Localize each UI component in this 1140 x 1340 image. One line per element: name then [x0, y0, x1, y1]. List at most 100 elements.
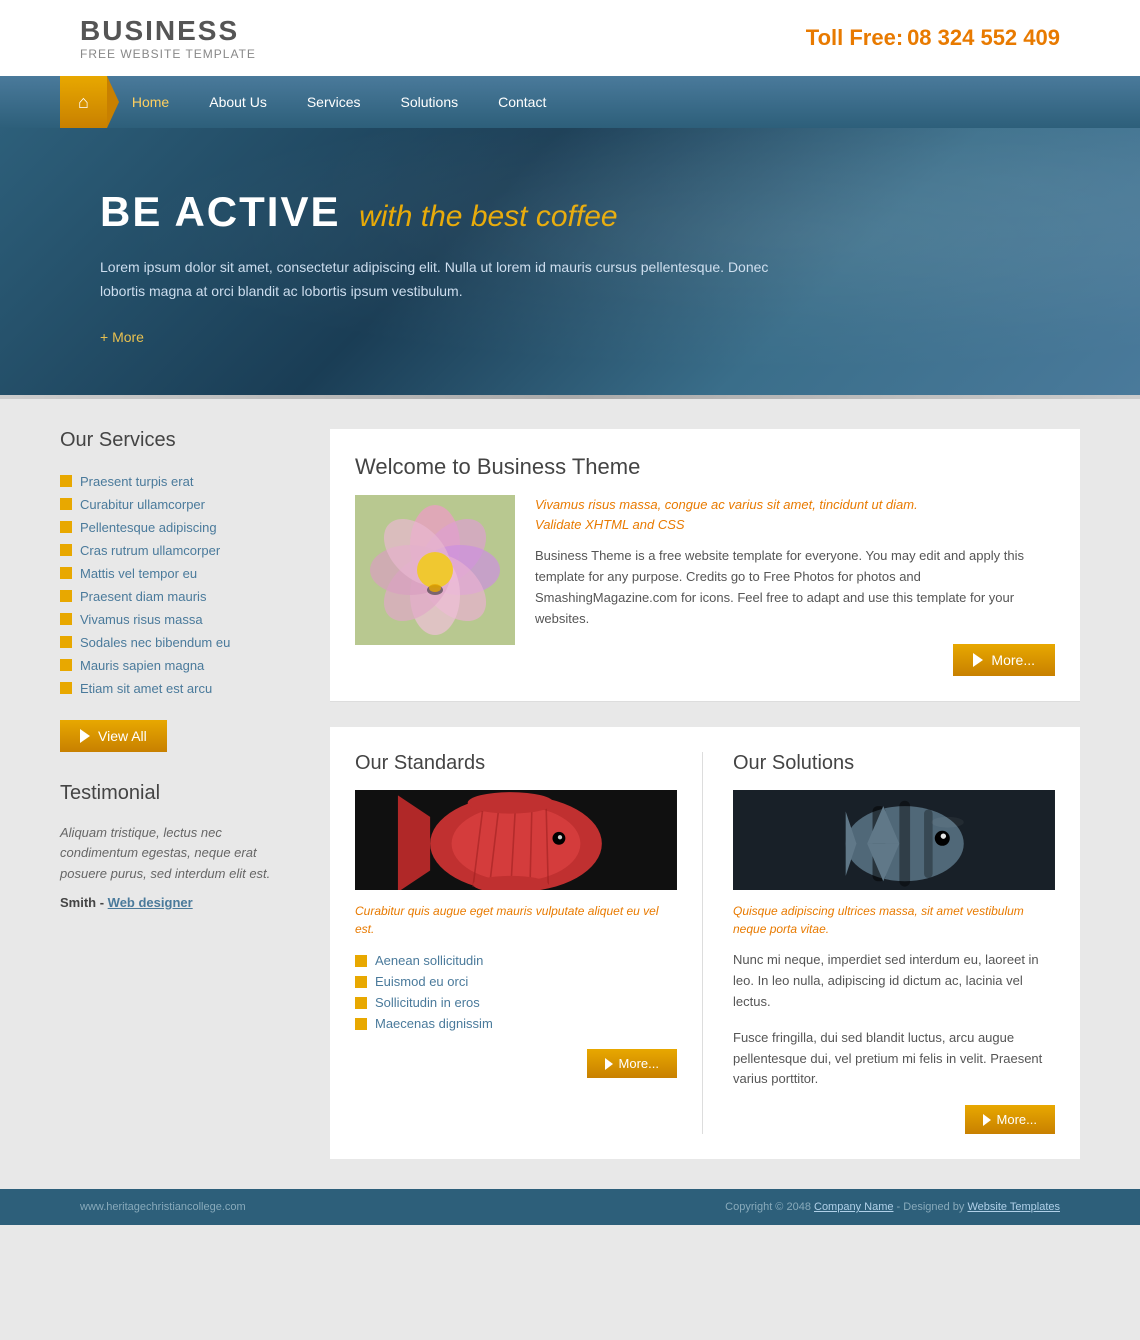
list-item: Etiam sit amet est arcu: [60, 677, 300, 700]
nav-item-solutions[interactable]: Solutions: [381, 76, 479, 128]
list-item: Mattis vel tempor eu: [60, 562, 300, 585]
footer-website: www.heritagechristiancollege.com: [80, 1201, 246, 1213]
list-item: Cras rutrum ullamcorper: [60, 539, 300, 562]
list-item: Maecenas dignissim: [355, 1013, 677, 1034]
view-all-label: View All: [98, 728, 147, 744]
standards-image: [355, 790, 677, 890]
home-icon: ⌂: [78, 92, 89, 113]
list-bullet-icon: [60, 682, 72, 694]
footer-copyright: Copyright © 2048 Company Name - Designed…: [725, 1201, 1060, 1213]
logo: BUSINESS FREE WEBSITE TEMPLATE: [80, 15, 256, 61]
solutions-body1: Nunc mi neque, imperdiet sed interdum eu…: [733, 950, 1055, 1012]
list-bullet-icon: [60, 636, 72, 648]
service-link[interactable]: Sodales nec bibendum eu: [80, 635, 230, 650]
list-bullet-icon: [60, 659, 72, 671]
button-arrow-icon: [605, 1058, 613, 1070]
solutions-body2: Fusce fringilla, dui sed blandit luctus,…: [733, 1028, 1055, 1090]
hero-heading: BE ACTIVE with the best coffee: [100, 188, 1040, 236]
service-link[interactable]: Praesent diam mauris: [80, 589, 206, 604]
toll-free-label: Toll Free: 08 324 552 409: [806, 32, 1060, 48]
testimonial-author: Smith - Web designer: [60, 895, 300, 910]
service-link[interactable]: Etiam sit amet est arcu: [80, 681, 212, 696]
service-link[interactable]: Cras rutrum ullamcorper: [80, 543, 220, 558]
list-item: Curabitur ullamcorper: [60, 493, 300, 516]
list-bullet-icon: [355, 955, 367, 967]
nav-item-home[interactable]: Home: [112, 76, 189, 128]
testimonial-heading: Testimonial: [60, 782, 300, 805]
standards-heading: Our Standards: [355, 752, 677, 775]
testimonial-text: Aliquam tristique, lectus nec condimentu…: [60, 823, 300, 885]
testimonial-role-link[interactable]: Web designer: [108, 895, 193, 910]
flower-svg: [355, 495, 515, 645]
list-bullet-icon: [60, 521, 72, 533]
list-bullet-icon: [60, 590, 72, 602]
solutions-more-label: More...: [997, 1112, 1037, 1127]
service-link[interactable]: Pellentesque adipiscing: [80, 520, 217, 535]
sidebar: Our Services Praesent turpis erat Curabit…: [60, 429, 300, 1160]
logo-title: BUSINESS: [80, 15, 256, 47]
solutions-image: [733, 790, 1055, 890]
list-bullet-icon: [60, 567, 72, 579]
welcome-inner: Vivamus risus massa, congue ac varius si…: [355, 495, 1055, 677]
standards-solutions-section: Our Standards: [330, 727, 1080, 1159]
standards-more-label: More...: [619, 1056, 659, 1071]
website-templates-link[interactable]: Website Templates: [967, 1201, 1060, 1213]
hero-more-link[interactable]: + More: [100, 329, 144, 345]
nav-home[interactable]: ⌂: [60, 76, 107, 128]
standards-item: Euismod eu orci: [375, 974, 468, 989]
button-arrow-icon: [80, 729, 90, 743]
main-content: Our Services Praesent turpis erat Curabit…: [0, 399, 1140, 1190]
list-item: Sodales nec bibendum eu: [60, 631, 300, 654]
welcome-more-button[interactable]: More...: [953, 644, 1055, 676]
list-item: Praesent turpis erat: [60, 470, 300, 493]
testimonial-section: Testimonial Aliquam tristique, lectus ne…: [60, 782, 300, 910]
hero-title-yellow: with the best coffee: [359, 200, 618, 233]
nav-item-services[interactable]: Services: [287, 76, 381, 128]
welcome-body: Business Theme is a free website templat…: [535, 546, 1055, 629]
services-heading: Our Services: [60, 429, 300, 452]
site-header: BUSINESS FREE WEBSITE TEMPLATE Toll Free…: [0, 0, 1140, 76]
hero-banner: BE ACTIVE with the best coffee Lorem ips…: [0, 128, 1140, 395]
list-bullet-icon: [355, 976, 367, 988]
standards-italic: Curabitur quis augue eget mauris vulputa…: [355, 902, 677, 938]
list-bullet-icon: [60, 613, 72, 625]
standards-column: Our Standards: [355, 752, 703, 1134]
nav-item-contact[interactable]: Contact: [478, 76, 566, 128]
service-link[interactable]: Vivamus risus massa: [80, 612, 203, 627]
standards-list: Aenean sollicitudin Euismod eu orci Sollic…: [355, 950, 677, 1034]
content-area: Welcome to Business Theme: [330, 429, 1080, 1160]
service-link[interactable]: Curabitur ullamcorper: [80, 497, 205, 512]
standards-item: Maecenas dignissim: [375, 1016, 493, 1031]
hero-body: Lorem ipsum dolor sit amet, consectetur …: [100, 256, 800, 304]
view-all-button[interactable]: View All: [60, 720, 167, 752]
list-item: Pellentesque adipiscing: [60, 516, 300, 539]
list-bullet-icon: [60, 498, 72, 510]
standards-item: Sollicitudin in eros: [375, 995, 480, 1010]
list-item: Euismod eu orci: [355, 971, 677, 992]
site-footer: www.heritagechristiancollege.com Copyrig…: [0, 1189, 1140, 1225]
standards-item: Aenean sollicitudin: [375, 953, 483, 968]
list-bullet-icon: [355, 997, 367, 1009]
list-item: Mauris sapien magna: [60, 654, 300, 677]
solutions-more-button[interactable]: More...: [965, 1105, 1055, 1134]
main-nav: ⌂ Home About Us Services Solutions Conta…: [0, 76, 1140, 128]
hero-title-white: BE ACTIVE: [100, 188, 340, 235]
welcome-section: Welcome to Business Theme: [330, 429, 1080, 703]
logo-subtitle: FREE WEBSITE TEMPLATE: [80, 47, 256, 61]
list-item: Praesent diam mauris: [60, 585, 300, 608]
service-link[interactable]: Mauris sapien magna: [80, 658, 204, 673]
list-bullet-icon: [355, 1018, 367, 1030]
list-item: Aenean sollicitudin: [355, 950, 677, 971]
nav-item-about[interactable]: About Us: [189, 76, 287, 128]
welcome-italic: Vivamus risus massa, congue ac varius si…: [535, 495, 1055, 537]
services-list: Praesent turpis erat Curabitur ullamcorpe…: [60, 470, 300, 700]
company-name-link[interactable]: Company Name: [814, 1201, 893, 1213]
solutions-italic: Quisque adipiscing ultrices massa, sit a…: [733, 902, 1055, 938]
service-link[interactable]: Praesent turpis erat: [80, 474, 193, 489]
standards-more-button[interactable]: More...: [587, 1049, 677, 1078]
list-bullet-icon: [60, 544, 72, 556]
button-arrow-icon: [983, 1114, 991, 1126]
list-item: Vivamus risus massa: [60, 608, 300, 631]
service-link[interactable]: Mattis vel tempor eu: [80, 566, 197, 581]
sidebar-services: Our Services Praesent turpis erat Curabit…: [60, 429, 300, 752]
